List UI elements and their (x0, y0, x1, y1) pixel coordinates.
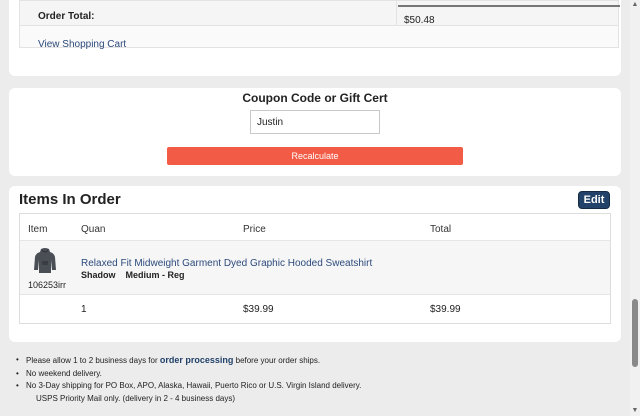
quantity-value: 1 (81, 304, 87, 315)
column-header-item: Item (28, 224, 48, 235)
coupon-card: Coupon Code or Gift Cert Recalculate (9, 88, 621, 176)
product-name-link[interactable]: Relaxed Fit Midweight Garment Dyed Graph… (81, 258, 372, 269)
scrollbar[interactable]: ▲ ▼ (630, 0, 640, 416)
note-text: Please allow 1 to 2 business days for (26, 356, 160, 365)
list-item: No 3-Day shipping for PO Box, APO, Alask… (16, 380, 616, 393)
total-value: $39.99 (430, 304, 461, 315)
order-total-label: Order Total: (38, 11, 95, 22)
scroll-up-icon[interactable]: ▲ (631, 1, 639, 9)
coupon-title: Coupon Code or Gift Cert (242, 91, 388, 105)
column-header-total: Total (430, 224, 452, 235)
table-row: 106253irr Relaxed Fit Midweight Garment … (20, 241, 610, 295)
note-text: before your order ships. (233, 356, 321, 365)
order-processing-text: order processing (159, 355, 234, 365)
scroll-thumb[interactable] (632, 299, 638, 367)
view-shopping-cart-link[interactable]: View Shopping Cart (38, 39, 126, 50)
items-in-order-title: Items In Order (19, 191, 121, 208)
product-attributes: Shadow Medium - Reg (81, 270, 185, 280)
column-header-quan: Quan (81, 224, 106, 235)
items-table: Item Quan Price Total 106253irr Relaxed … (19, 213, 611, 324)
order-summary-table: Order Total: $50.48 View Shopping Cart (19, 0, 620, 50)
column-header-price: Price (243, 224, 266, 235)
order-total-value: $50.48 (404, 15, 435, 26)
items-in-order-card: Items In Order Edit Item Quan Price Tota… (9, 186, 621, 342)
product-color: Shadow (81, 270, 116, 280)
list-item: USPS Priority Mail only. (delivery in 2 … (36, 393, 236, 403)
list-item: No weekend delivery. (16, 368, 616, 381)
table-header-row: Item Quan Price Total (20, 214, 610, 241)
table-row: 1 $39.99 $39.99 (20, 295, 610, 324)
order-total-row: Order Total: $50.48 (20, 1, 620, 26)
list-item: Please allow 1 to 2 business days for or… (16, 354, 616, 368)
shipping-notes-list: Please allow 1 to 2 business days for or… (16, 354, 616, 405)
edit-button[interactable]: Edit (578, 191, 610, 209)
hoodie-icon[interactable] (34, 248, 56, 274)
product-size: Medium - Reg (125, 270, 185, 280)
divider (396, 1, 397, 26)
price-value: $39.99 (243, 304, 274, 315)
scroll-down-icon[interactable]: ▼ (631, 407, 639, 415)
divider (398, 5, 620, 7)
product-sku: 106253irr (28, 280, 67, 290)
coupon-code-input[interactable] (250, 110, 380, 134)
recalculate-button[interactable]: Recalculate (167, 147, 463, 165)
order-summary-card: Order Total: $50.48 View Shopping Cart (9, 0, 621, 76)
